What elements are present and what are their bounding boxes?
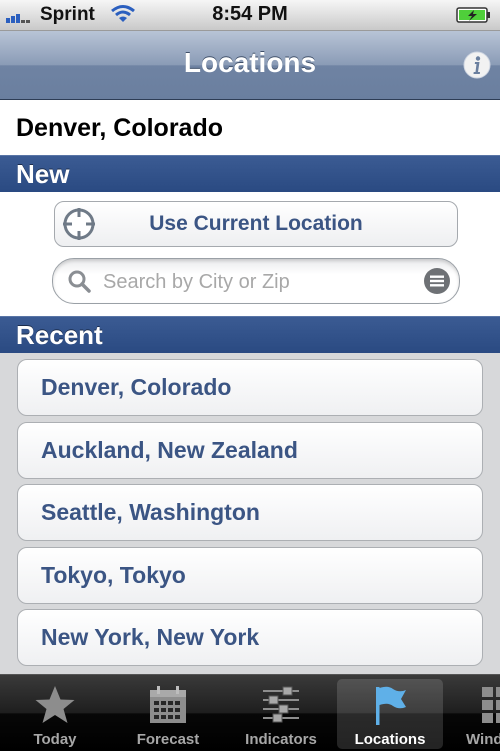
flag-icon — [376, 686, 406, 725]
tab-forecast[interactable]: Forecast — [112, 675, 224, 751]
tab-today[interactable]: Today — [0, 675, 110, 751]
navigation-bar: Locations — [0, 31, 500, 100]
section-title-recent: Recent — [16, 320, 103, 350]
tab-label: Locations — [354, 731, 426, 748]
tab-label: Wind — [466, 731, 500, 748]
section-header-recent: Recent — [0, 316, 500, 353]
current-location-label: Denver, Colorado — [16, 114, 223, 142]
recent-location-label: Seattle, Washington — [41, 499, 260, 525]
recent-location-item[interactable]: Denver, Colorado — [17, 359, 483, 416]
page-title: Locations — [183, 47, 317, 78]
sliders-icon — [263, 686, 299, 723]
search-input[interactable] — [101, 267, 405, 297]
tab-locations[interactable]: Locations — [337, 675, 443, 751]
section-header-new: New — [0, 155, 500, 192]
search-bar — [52, 258, 460, 304]
use-current-location-button[interactable]: Use Current Location — [54, 201, 458, 247]
recent-location-label: Tokyo, Tokyo — [41, 562, 186, 588]
status-bar: Sprint 8:54 PM — [0, 0, 500, 31]
tab-bar: Today Forecast Indicators Locations Wind — [0, 674, 500, 751]
recent-location-item[interactable]: Tokyo, Tokyo — [17, 547, 483, 604]
recent-location-item[interactable]: New York, New York — [17, 609, 483, 666]
tab-label: Forecast — [136, 731, 200, 748]
status-time: 8:54 PM — [212, 3, 288, 25]
tab-indicators[interactable]: Indicators — [226, 675, 336, 751]
battery-charging-icon — [456, 7, 490, 23]
tab-label: Today — [33, 731, 77, 748]
search-icon — [68, 270, 91, 293]
section-title-new: New — [16, 159, 70, 189]
list-icon[interactable] — [423, 267, 451, 295]
star-icon — [35, 686, 75, 723]
info-icon[interactable] — [462, 50, 492, 80]
use-current-location-label: Use Current Location — [149, 212, 363, 235]
recent-location-label: Auckland, New Zealand — [41, 437, 298, 463]
recent-locations-list: Denver, Colorado Auckland, New Zealand S… — [0, 354, 500, 674]
recent-location-item[interactable]: Seattle, Washington — [17, 484, 483, 541]
tab-label: Indicators — [245, 731, 317, 748]
calendar-icon — [150, 686, 186, 723]
tab-wind[interactable]: Wind — [446, 675, 500, 751]
recent-location-label: Denver, Colorado — [41, 374, 232, 400]
recent-location-label: New York, New York — [41, 624, 260, 650]
recent-location-item[interactable]: Auckland, New Zealand — [17, 422, 483, 479]
current-location-row[interactable]: Denver, Colorado — [0, 100, 500, 155]
grid-icon — [482, 687, 500, 723]
